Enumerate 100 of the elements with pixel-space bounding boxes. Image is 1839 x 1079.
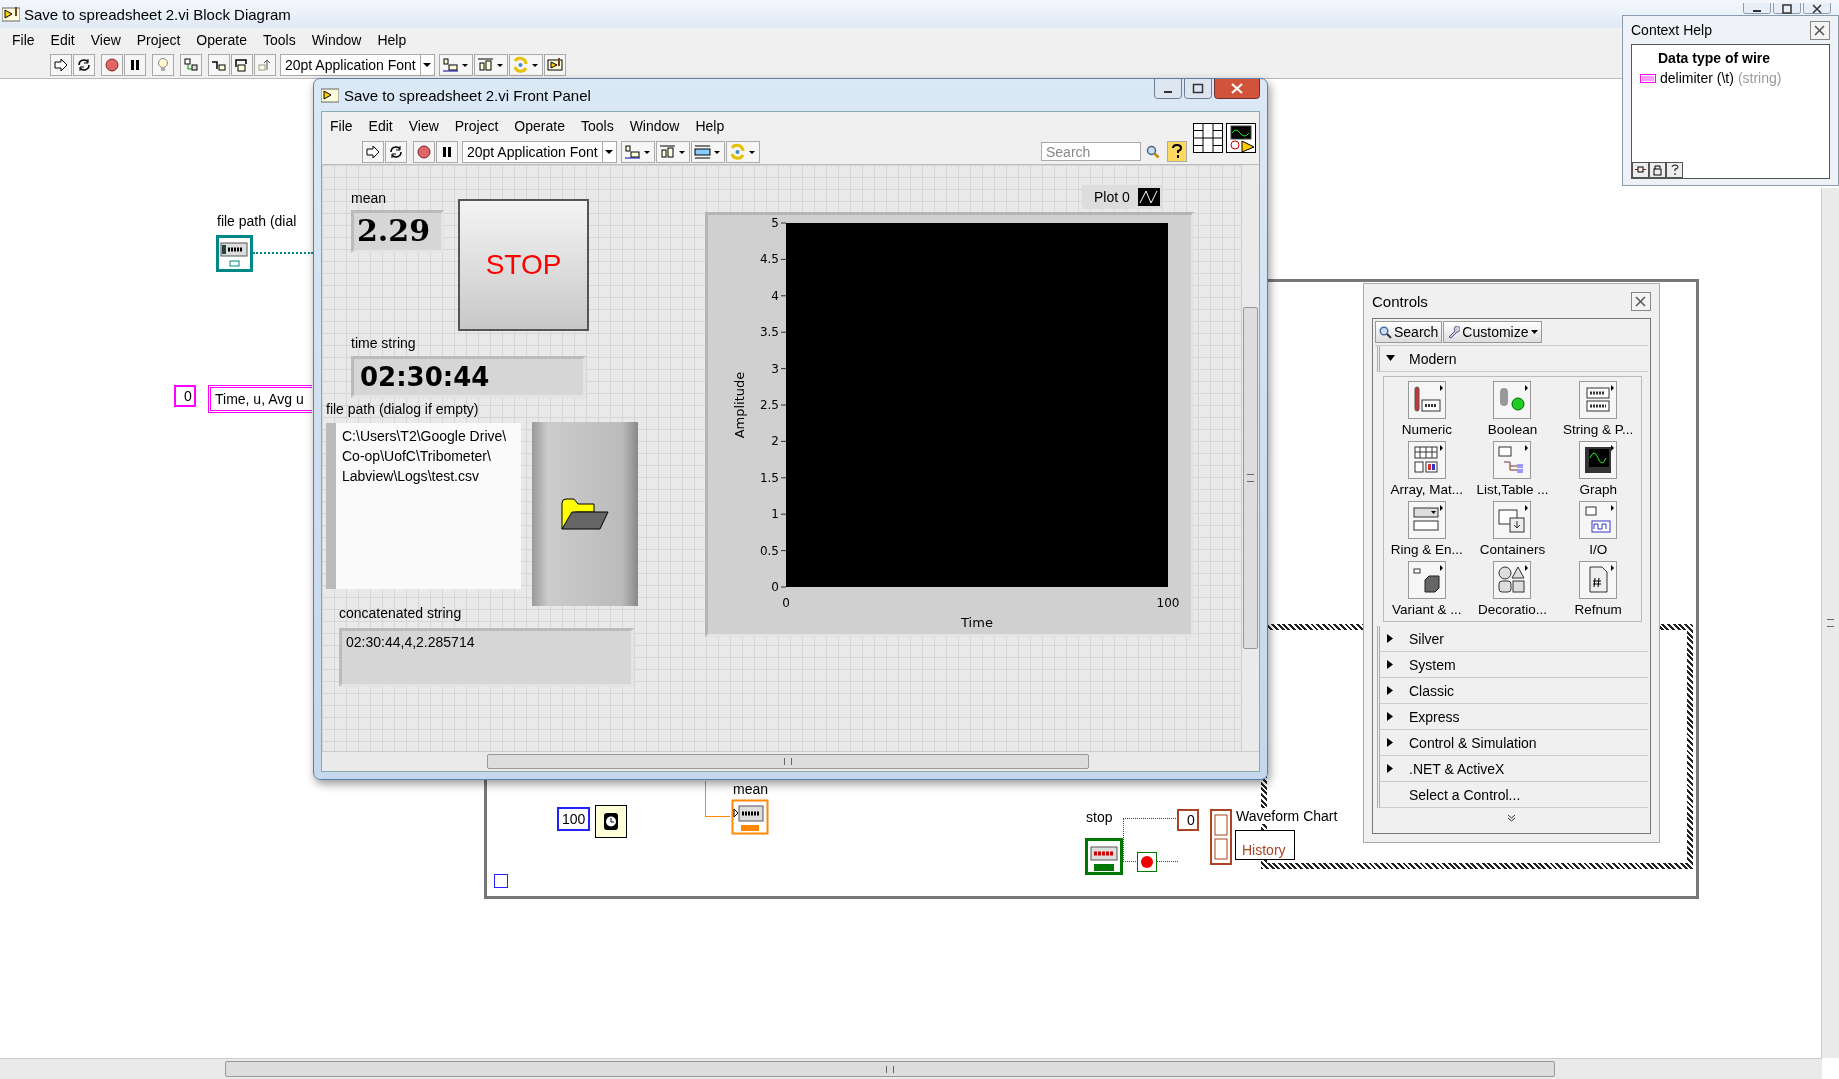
step-into-icon[interactable]	[208, 54, 230, 76]
search-icon[interactable]	[1146, 144, 1160, 159]
resize-icon[interactable]	[690, 140, 725, 163]
y-tick: 4	[771, 288, 787, 303]
abort-icon[interactable]	[413, 140, 435, 163]
palette-item[interactable]: Decoratio...	[1477, 602, 1547, 617]
palette-item[interactable]: Containers	[1479, 542, 1546, 557]
numeric-constant[interactable]: 100	[557, 807, 591, 831]
font-selector[interactable]: 20pt Application Font	[280, 54, 435, 76]
numeric-indicator-terminal-icon[interactable]	[731, 799, 769, 835]
run-continuous-icon[interactable]	[385, 140, 407, 163]
vertical-scrollbar[interactable]	[1241, 165, 1259, 751]
string-indicator: 02:30:44	[351, 356, 586, 398]
palette-category[interactable]: Classic	[1377, 678, 1648, 704]
menu-item[interactable]: Operate	[188, 32, 255, 48]
distribute-icon[interactable]	[473, 54, 508, 76]
shapes-icon	[1493, 561, 1532, 599]
pause-icon[interactable]	[124, 54, 146, 76]
reorder-icon[interactable]	[725, 140, 760, 163]
detailed-help-button[interactable]	[1632, 162, 1649, 178]
cleanup-icon[interactable]	[543, 54, 566, 76]
minimize-button[interactable]	[1154, 79, 1182, 99]
palette-item[interactable]: Variant & ...	[1392, 602, 1462, 617]
close-button[interactable]	[1810, 20, 1830, 40]
iteration-terminal	[494, 874, 508, 888]
menu-item[interactable]: Help	[687, 117, 733, 134]
palette-item[interactable]: I/O	[1589, 542, 1608, 557]
menu-item[interactable]: Edit	[42, 32, 83, 48]
menu-item[interactable]: Help	[369, 32, 415, 48]
font-selector[interactable]: 20pt Application Font	[462, 140, 617, 163]
align-icon[interactable]	[620, 140, 655, 163]
menu-item[interactable]: Window	[621, 117, 688, 134]
y-axis-title: Amplitude	[732, 371, 747, 439]
palette-category[interactable]: System	[1377, 652, 1648, 678]
palette-item[interactable]: Boolean	[1487, 422, 1538, 437]
search-field[interactable]: Search	[1041, 142, 1141, 161]
double-chevron-icon[interactable]	[1507, 814, 1516, 822]
palette-category[interactable]: Control & Simulation	[1377, 730, 1648, 756]
menu-item[interactable]: Window	[303, 32, 370, 48]
loop-condition-icon[interactable]	[1137, 852, 1157, 872]
maximize-button[interactable]	[1773, 3, 1801, 14]
step-over-icon[interactable]	[231, 54, 253, 76]
menu-item[interactable]: File	[322, 117, 361, 134]
align-icon[interactable]	[438, 54, 473, 76]
distribute-icon[interactable]	[655, 140, 690, 163]
horizontal-scrollbar[interactable]	[0, 1058, 1822, 1079]
vi-icon[interactable]	[1226, 123, 1256, 153]
palette-item[interactable]: Array, Mat...	[1390, 482, 1464, 497]
palette-item[interactable]: Graph	[1579, 482, 1617, 497]
menu-item[interactable]: View	[400, 117, 447, 134]
horizontal-scrollbar[interactable]	[322, 751, 1259, 771]
menu-item[interactable]: Project	[128, 32, 189, 48]
lock-button[interactable]	[1649, 162, 1666, 178]
menu-item[interactable]: Edit	[360, 117, 401, 134]
connector-pane-icon[interactable]	[1193, 123, 1223, 153]
path-control[interactable]: C:\Users\T2\Google Drive\Co-op\UofC\Tribometer\Labview\Logs\test.csv	[326, 423, 521, 589]
property-node[interactable]: History	[1235, 830, 1295, 860]
palette-item[interactable]: List,Table ...	[1476, 482, 1549, 497]
plot-line-icon	[1137, 188, 1160, 206]
close-button[interactable]	[1214, 79, 1260, 99]
palette-category[interactable]: Modern	[1377, 346, 1648, 372]
abort-icon[interactable]	[101, 54, 123, 76]
string-constant[interactable]: Time, u, Avg u	[208, 385, 312, 413]
stop-terminal-icon[interactable]	[1085, 838, 1123, 875]
maximize-button[interactable]	[1184, 79, 1212, 99]
palette-category[interactable]: .NET & ActiveX	[1377, 756, 1648, 782]
palette-item[interactable]: Ring & En...	[1390, 542, 1463, 557]
palette-category[interactable]: Silver	[1377, 626, 1648, 652]
run-continuous-icon[interactable]	[73, 54, 95, 76]
palette-category[interactable]: Express	[1377, 704, 1648, 730]
pause-icon[interactable]	[436, 140, 458, 163]
menu-item[interactable]: Tools	[254, 32, 304, 48]
menu-item[interactable]: View	[82, 32, 129, 48]
customize-button[interactable]: Customize	[1443, 321, 1542, 343]
palette-item[interactable]: String & P...	[1563, 422, 1634, 437]
browse-button[interactable]	[532, 422, 638, 606]
chart-terminal-icon[interactable]	[1210, 809, 1232, 865]
path-terminal-icon[interactable]	[216, 235, 253, 272]
menu-item[interactable]: Project	[446, 117, 507, 134]
minimize-button[interactable]	[1743, 3, 1771, 14]
help-button[interactable]	[1167, 141, 1187, 162]
y-tick-label: 0.5	[759, 543, 779, 558]
menu-item[interactable]: Operate	[506, 117, 573, 134]
palette-category[interactable]: Select a Control...	[1377, 782, 1648, 808]
wait-timer-icon[interactable]	[595, 805, 627, 838]
close-button[interactable]	[1631, 291, 1651, 311]
vertical-scrollbar[interactable]	[1821, 188, 1839, 1058]
search-button[interactable]: Search	[1375, 321, 1443, 343]
text-fields-icon	[1579, 381, 1618, 419]
plot-legend[interactable]: Plot 0	[1082, 185, 1163, 209]
menu-item[interactable]: File	[4, 32, 43, 48]
retain-wire-icon[interactable]	[180, 54, 202, 76]
menu-item[interactable]: Tools	[572, 117, 622, 134]
close-button[interactable]	[1803, 3, 1831, 14]
help-button[interactable]	[1666, 162, 1683, 178]
highlight-bulb-icon[interactable]	[152, 54, 174, 76]
palette-item[interactable]: Refnum	[1574, 602, 1622, 617]
palette-item[interactable]: Numeric	[1401, 422, 1452, 437]
y-tick-label: 5	[771, 216, 779, 230]
search-icon	[1379, 325, 1392, 339]
